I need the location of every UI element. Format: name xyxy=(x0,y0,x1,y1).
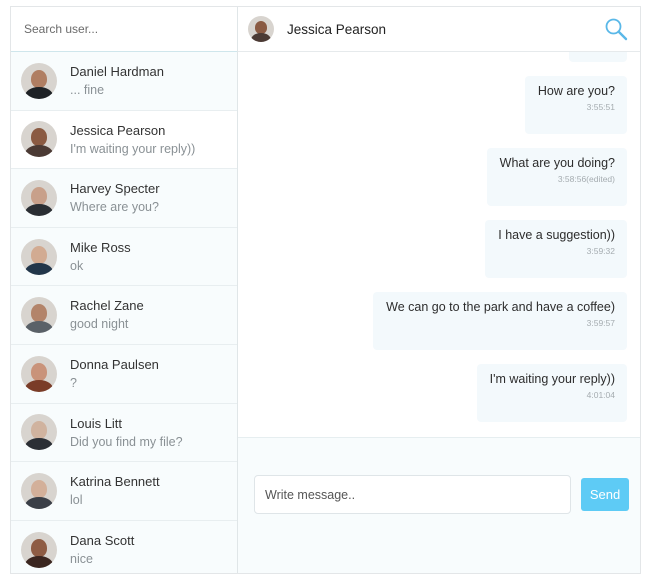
search-icon[interactable] xyxy=(604,17,628,41)
contact-last-message: I'm waiting your reply)) xyxy=(70,141,196,156)
contact-last-message: Where are you? xyxy=(70,200,159,215)
avatar xyxy=(21,238,57,275)
contact-item[interactable]: Dana Scott nice xyxy=(11,520,237,573)
avatar xyxy=(21,297,57,334)
message-timestamp: 3:55:51 xyxy=(586,102,615,112)
contact-text: Rachel Zane good night xyxy=(70,299,144,331)
contact-last-message: ... fine xyxy=(70,83,105,98)
avatar xyxy=(21,472,57,509)
message-list[interactable]: How are you? 3:55:51 What are you doing? 3:… xyxy=(238,52,640,437)
message-bubble[interactable]: I have a suggestion)) 3:59:32 xyxy=(485,220,627,278)
avatar xyxy=(21,121,57,158)
contact-last-message: lol xyxy=(70,493,83,508)
contact-name: Daniel Hardman xyxy=(70,64,164,80)
user-search-input[interactable] xyxy=(24,22,224,36)
contact-name: Rachel Zane xyxy=(70,298,144,314)
contact-text: Dana Scott nice xyxy=(70,534,134,566)
contact-last-message: ok xyxy=(70,258,84,273)
contact-text: Daniel Hardman ... fine xyxy=(70,65,164,97)
chat-header: Jessica Pearson xyxy=(238,7,640,52)
avatar xyxy=(21,531,57,568)
message-text: I'm waiting your reply)) xyxy=(489,372,615,386)
message-text: We can go to the park and have a coffee) xyxy=(386,300,615,314)
contact-name: Harvey Specter xyxy=(70,181,160,197)
contact-item[interactable]: Jessica Pearson I'm waiting your reply)) xyxy=(11,110,237,170)
message-timestamp: 4:01:04 xyxy=(586,390,615,400)
message-input[interactable] xyxy=(254,475,571,514)
contact-last-message: Did you find my file? xyxy=(70,434,183,449)
contact-text: Donna Paulsen? xyxy=(70,358,159,390)
contacts-sidebar: Daniel Hardman ... fine Jessica Pearson I'm… xyxy=(11,7,238,573)
contact-list: Daniel Hardman ... fine Jessica Pearson I'm… xyxy=(11,52,237,573)
avatar xyxy=(21,355,57,392)
message-text: What are you doing? xyxy=(499,156,615,170)
message-composer: Send xyxy=(238,437,640,573)
contact-item[interactable]: Louis Litt Did you find my file? xyxy=(11,403,237,463)
contact-name: Dana Scott xyxy=(70,532,135,548)
message-bubble[interactable]: How are you? 3:55:51 xyxy=(524,76,627,134)
contact-text: Harvey Specter Where are you? xyxy=(70,182,160,214)
message-timestamp: 3:58:56(edited) xyxy=(557,174,615,184)
chat-panel: Jessica Pearson How are you? 3:55:51 What … xyxy=(238,7,640,573)
contact-name: Donna Paulsen xyxy=(70,357,159,373)
avatar xyxy=(21,179,57,216)
chat-contact-avatar xyxy=(248,16,274,42)
message-timestamp: 3:59:32 xyxy=(586,246,615,256)
avatar xyxy=(21,62,57,99)
contact-name: Jessica Pearson xyxy=(70,122,166,138)
contact-item[interactable]: Katrina Bennett lol xyxy=(11,462,237,521)
contact-last-message: ? xyxy=(70,376,77,391)
contact-item[interactable]: Harvey Specter Where are you? xyxy=(11,169,237,228)
message-text: How are you? xyxy=(537,84,615,98)
contact-text: Jessica Pearson I'm waiting your reply)) xyxy=(70,124,195,156)
message-bubble[interactable]: I'm waiting your reply)) 4:01:04 xyxy=(476,364,627,422)
contact-last-message: good night xyxy=(70,317,129,332)
contact-text: Katrina Bennett lol xyxy=(70,475,160,507)
contact-text: Mike Ross ok xyxy=(70,241,131,273)
contact-item[interactable]: Rachel Zane good night xyxy=(11,286,237,345)
contact-item[interactable]: Donna Paulsen? xyxy=(11,344,237,404)
user-search-box xyxy=(11,7,237,52)
message-timestamp: 3:59:57 xyxy=(586,318,615,328)
messenger-app: Daniel Hardman ... fine Jessica Pearson I'm… xyxy=(10,6,641,574)
contact-name: Mike Ross xyxy=(70,239,131,255)
message-bubble[interactable] xyxy=(569,52,627,62)
avatar xyxy=(21,414,57,451)
chat-contact-name: Jessica Pearson xyxy=(287,21,387,37)
contact-name: Katrina Bennett xyxy=(70,474,160,490)
send-button[interactable]: Send xyxy=(581,478,629,511)
contact-item[interactable]: Mike Ross ok xyxy=(11,227,237,287)
message-bubble[interactable]: We can go to the park and have a coffee)… xyxy=(373,292,627,350)
message-text: I have a suggestion)) xyxy=(498,228,615,242)
contact-last-message: nice xyxy=(70,551,93,566)
contact-item[interactable]: Daniel Hardman ... fine xyxy=(11,52,237,111)
contact-text: Louis Litt Did you find my file? xyxy=(70,417,183,449)
message-bubble[interactable]: What are you doing? 3:58:56(edited) xyxy=(486,148,627,206)
contact-name: Louis Litt xyxy=(70,415,123,431)
